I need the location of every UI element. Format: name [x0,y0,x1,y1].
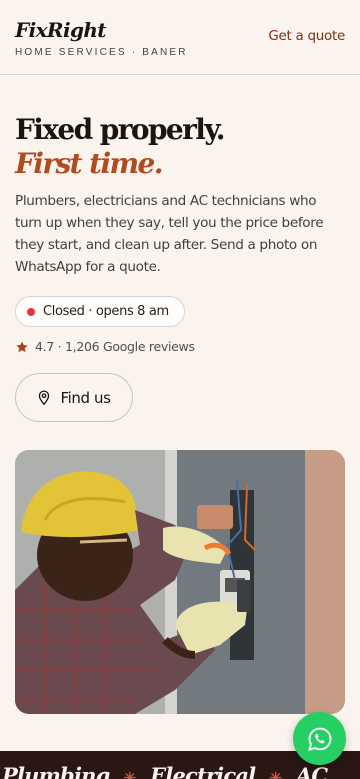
ticker-item-electrical: Electrical [150,763,256,779]
opening-status-badge: Closed · opens 8 am [15,296,185,327]
ticker-item-ac: AC [295,763,328,779]
hero-section: Fixed properly. First time. Plumbers, el… [0,75,360,422]
asterisk-icon: ✳ [269,769,282,779]
rating-text: 4.7 · 1,206 Google reviews [35,339,195,354]
find-us-label: Find us [60,388,111,407]
opening-status-text: Closed · opens 8 am [43,304,169,319]
ticker-item-plumbing: Plumbing [2,763,110,779]
location-pin-icon [39,389,50,405]
hero-title-accent: First time. [15,147,163,180]
whatsapp-button[interactable] [293,712,346,765]
brand-logo[interactable]: FixRight [15,17,188,43]
whatsapp-icon [307,727,331,751]
rating[interactable]: 4.7 · 1,206 Google reviews [15,339,345,354]
brand[interactable]: FixRight HOME SERVICES · BANER [15,17,188,58]
asterisk-icon: ✳ [123,769,137,779]
page: FixRight HOME SERVICES · BANER Get a quo… [0,0,360,779]
electrician-photo [15,450,345,714]
site-header: FixRight HOME SERVICES · BANER Get a quo… [0,0,360,75]
find-us-button[interactable]: Find us [15,373,133,422]
electrician-illustration [15,450,345,714]
brand-tagline: HOME SERVICES · BANER [15,47,188,58]
hero-lead: Plumbers, electricians and AC technician… [15,193,324,275]
get-quote-link[interactable]: Get a quote [268,28,345,44]
star-icon [16,340,28,352]
hero-title: Fixed properly. [15,113,226,146]
status-dot-icon [27,307,35,316]
